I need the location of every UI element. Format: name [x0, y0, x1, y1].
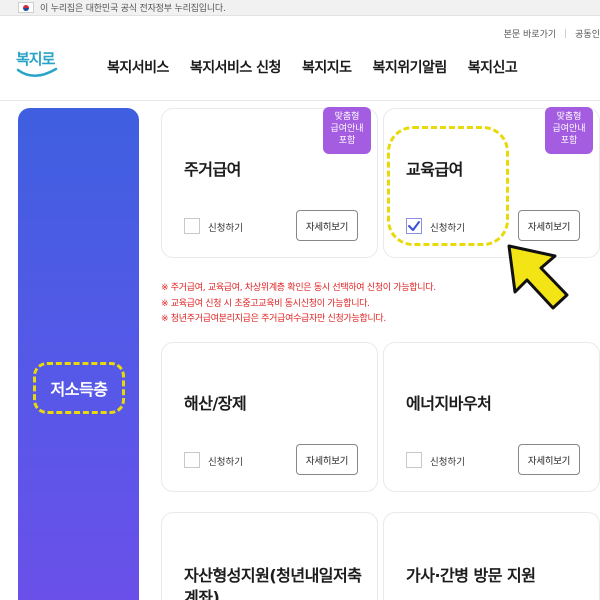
custom-benefit-badge: 맞춤형 급여안내 포함	[323, 107, 371, 154]
utility-links: 본문 바로가기 공동인	[504, 27, 600, 40]
highlight-marker	[387, 126, 509, 246]
detail-button[interactable]: 자세히보기	[296, 444, 358, 475]
nav-welfare-map[interactable]: 복지지도	[302, 57, 352, 77]
gov-banner: 이 누리집은 대한민국 공식 전자정부 누리집입니다.	[0, 0, 600, 16]
custom-benefit-badge: 맞춤형 급여안내 포함	[545, 107, 593, 154]
apply-checkbox-label[interactable]: 신청하기	[208, 220, 243, 234]
detail-button[interactable]: 자세히보기	[518, 444, 580, 475]
util-divider	[565, 29, 567, 38]
service-card-home-care: 가사·간병 방문 지원	[383, 512, 600, 600]
logo-swoosh-icon	[16, 67, 58, 77]
apply-checkbox-label[interactable]: 신청하기	[430, 454, 465, 468]
nav-welfare-report[interactable]: 복지신고	[468, 57, 518, 77]
joint-cert-link[interactable]: 공동인	[575, 27, 600, 40]
nav-welfare-services[interactable]: 복지서비스	[107, 57, 169, 77]
notice-line: ※ 청년주거급여분리지급은 주거급여수급자만 신청가능합니다.	[161, 314, 386, 324]
main-navigation: 복지서비스 복지서비스 신청 복지지도 복지위기알림 복지신고	[107, 57, 538, 77]
header-divider	[0, 100, 600, 101]
card-title: 해산/장제	[184, 394, 247, 413]
notice-line: ※ 교육급여 신청 시 초중고교육비 동시신청이 가능합니다.	[161, 298, 370, 309]
detail-button[interactable]: 자세히보기	[296, 210, 358, 241]
service-card-energy-voucher: 에너지바우처 신청하기 자세히보기	[383, 342, 600, 492]
nav-crisis-alert[interactable]: 복지위기알림	[372, 57, 447, 77]
site-logo[interactable]: 복지로	[16, 48, 58, 82]
apply-checkbox[interactable]	[184, 452, 200, 468]
card-title: 에너지바우처	[406, 394, 492, 413]
nav-welfare-apply[interactable]: 복지서비스 신청	[190, 57, 282, 77]
category-label[interactable]: 저소득층	[33, 362, 125, 414]
card-title: 가사·간병 방문 지원	[406, 566, 536, 585]
card-title: 자산형성지원(청년내일저축계좌)	[184, 566, 362, 600]
gov-banner-text: 이 누리집은 대한민국 공식 전자정부 누리집입니다.	[40, 4, 226, 14]
notice-line: ※ 주거급여, 교육급여, 차상위계층 확인은 동시 선택하여 신청이 가능합니…	[161, 283, 436, 293]
korea-flag-icon	[18, 2, 34, 13]
service-card-childbirth-funeral: 해산/장제 신청하기 자세히보기	[161, 342, 378, 492]
apply-checkbox[interactable]	[406, 452, 422, 468]
apply-checkbox-label[interactable]: 신청하기	[208, 454, 243, 468]
detail-button[interactable]: 자세히보기	[518, 210, 580, 241]
category-panel[interactable]	[18, 108, 139, 600]
application-notices: ※ 주거급여, 교육급여, 차상위계층 확인은 동시 선택하여 신청이 가능합니…	[161, 281, 436, 328]
skip-to-content-link[interactable]: 본문 바로가기	[504, 27, 557, 40]
card-title: 주거급여	[184, 160, 241, 179]
service-card-asset-building: 자산형성지원(청년내일저축계좌)	[161, 512, 378, 600]
pointer-arrow-icon	[507, 244, 569, 310]
service-card-housing: 맞춤형 급여안내 포함 주거급여 신청하기 자세히보기	[161, 107, 378, 258]
apply-checkbox[interactable]	[184, 218, 200, 234]
